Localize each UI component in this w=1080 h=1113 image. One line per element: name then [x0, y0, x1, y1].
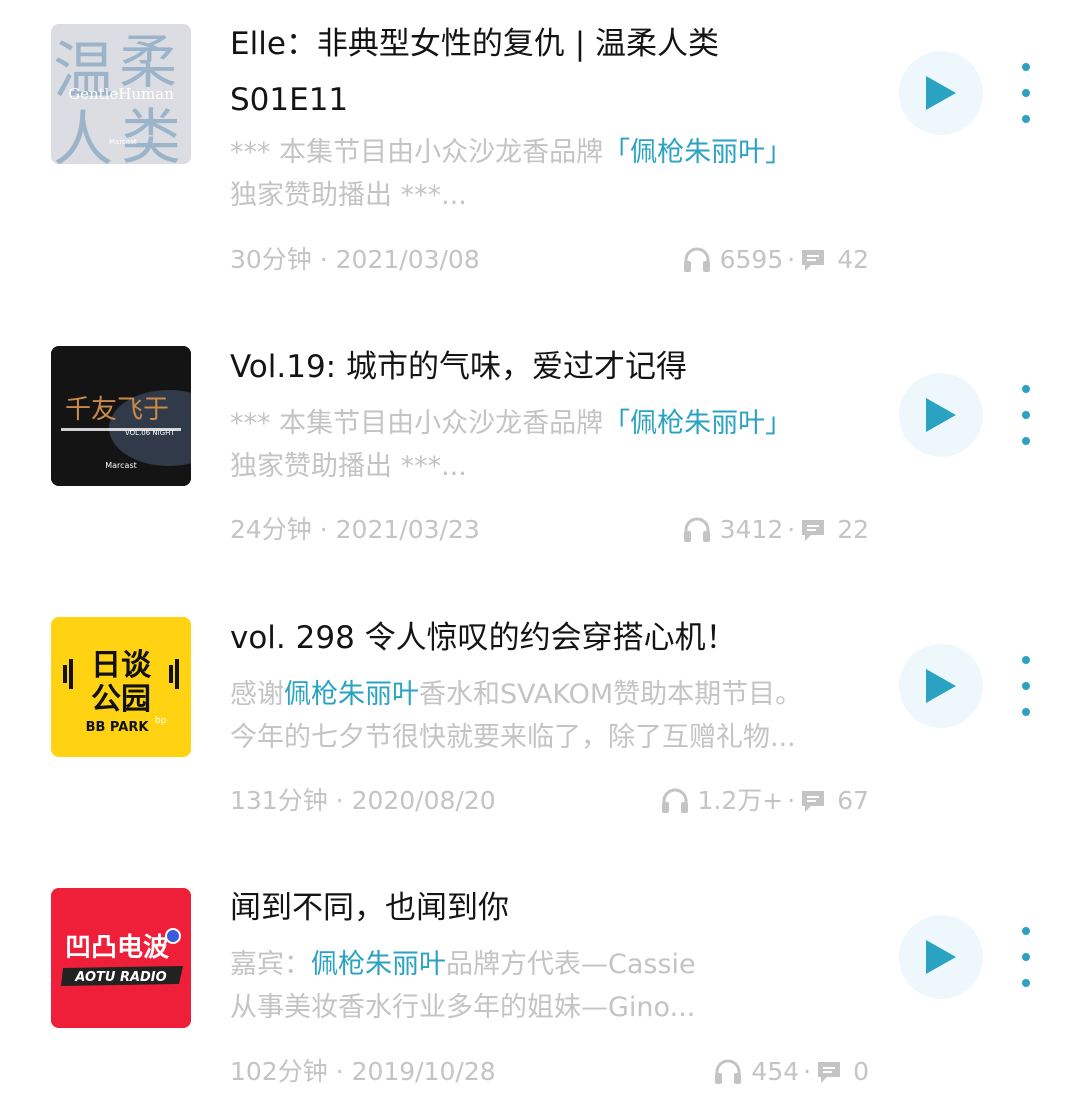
episode-title[interactable]: vol. 298 令人惊叹的约会穿搭心机！ [230, 610, 810, 666]
headphones-icon [683, 247, 710, 272]
play-button[interactable] [899, 644, 983, 728]
episode-date: 2021/03/23 [335, 515, 480, 544]
cover-art: 温 柔 人 类 GentleHuman Marcast [51, 24, 191, 164]
cover-art: 千友飞于 VOL.06 NIGHT Marcast [51, 346, 191, 486]
play-count: 3412 [719, 515, 784, 544]
more-options-button[interactable] [1012, 656, 1040, 716]
cover-brand: Marcast [105, 461, 137, 470]
cover-logo: 千友飞于 [65, 395, 169, 425]
episode-meta: 102分钟 · 2019/10/28 [230, 1057, 496, 1086]
episode-stats: 3412 · 22 [682, 515, 869, 545]
more-options-button[interactable] [1012, 385, 1040, 445]
episode-title[interactable]: Vol.19: 城市的气味，爱过才记得 [230, 339, 810, 395]
episode-cover[interactable]: 凹凸电波 AOTU RADIO [51, 888, 191, 1028]
cover-art: 日谈 公园 BB PARK bp [51, 617, 191, 757]
episode-cover[interactable]: 日谈 公园 BB PARK bp [51, 617, 191, 757]
play-icon [926, 940, 956, 974]
cover-logo-line2: 公园 [91, 682, 151, 717]
play-icon [926, 76, 956, 110]
headphones-icon [661, 788, 688, 813]
play-icon [926, 398, 956, 432]
episode-description: *** 本集节目由小众沙龙香品牌「佩枪朱丽叶」 独家赞助播出 ***... [230, 137, 793, 211]
comment-count: 22 [837, 515, 869, 544]
episode-item[interactable]: 温 柔 人 类 GentleHuman Marcast Elle：非典型女性的复… [0, 0, 1080, 274]
episode-date: 2021/03/08 [335, 245, 480, 274]
episode-duration: 102分钟 [230, 1057, 328, 1086]
comment-count: 0 [853, 1057, 869, 1086]
play-count: 454 [751, 1057, 800, 1086]
episode-title[interactable]: 闻到不同，也闻到你 [230, 880, 810, 936]
cover-mark: bp [155, 716, 167, 726]
play-button[interactable] [899, 373, 983, 457]
episode-stats: 454 · 0 [713, 1057, 869, 1087]
more-vertical-icon [1022, 656, 1030, 664]
play-button[interactable] [899, 51, 983, 135]
episode-stats: 1.2万+ · 67 [660, 786, 869, 816]
comment-count: 67 [837, 786, 869, 815]
episode-meta: 24分钟 · 2021/03/23 [230, 515, 480, 544]
cover-logo-char-4: 类 [121, 103, 181, 164]
episode-duration: 24分钟 [230, 515, 312, 544]
cover-subtitle: AOTU RADIO [74, 970, 166, 985]
cover-logo-line1: 日谈 [91, 648, 152, 683]
more-vertical-icon [1022, 63, 1030, 71]
more-options-button[interactable] [1012, 63, 1040, 123]
episode-description: 感谢佩枪朱丽叶香水和SVAKOM赞助本期节目。 今年的七夕节很快就要来临了，除了… [230, 679, 803, 753]
more-vertical-icon [1022, 385, 1030, 393]
headphones-icon [683, 517, 710, 542]
episode-item[interactable]: 凹凸电波 AOTU RADIO 闻到不同，也闻到你 嘉宾：佩枪朱丽叶品牌方代表—… [0, 813, 1080, 1087]
more-options-button[interactable] [1012, 927, 1040, 987]
cover-art: 凹凸电波 AOTU RADIO [51, 888, 191, 1028]
episode-description: *** 本集节目由小众沙龙香品牌「佩枪朱丽叶」 独家赞助播出 ***... [230, 408, 793, 482]
episode-duration: 131分钟 [230, 786, 328, 815]
episode-meta: 131分钟 · 2020/08/20 [230, 786, 496, 815]
comment-icon [802, 250, 825, 271]
episode-date: 2020/08/20 [351, 786, 496, 815]
episode-description: 嘉宾：佩枪朱丽叶品牌方代表—Cassie 从事美妆香水行业多年的姐妹—Gino.… [230, 949, 696, 1023]
episode-duration: 30分钟 [230, 245, 312, 274]
sponsor-highlight: 佩枪朱丽叶 [311, 949, 446, 980]
episode-cover[interactable]: 温 柔 人 类 GentleHuman Marcast [51, 24, 191, 164]
cover-subtitle: GentleHuman [68, 85, 174, 103]
episode-item[interactable]: 千友飞于 VOL.06 NIGHT Marcast Vol.19: 城市的气味，… [0, 271, 1080, 545]
sponsor-highlight: 「佩枪朱丽叶」 [603, 137, 793, 168]
cover-brand: Marcast [109, 138, 137, 146]
headphones-icon [715, 1059, 742, 1084]
comment-icon [802, 791, 825, 812]
episode-title[interactable]: Elle：非典型女性的复仇 | 温柔人类 S01E11 [230, 16, 810, 128]
episode-date: 2019/10/28 [351, 1057, 496, 1086]
more-vertical-icon [1022, 927, 1030, 935]
cover-logo-char-3: 人 [53, 105, 113, 164]
comment-icon [802, 520, 825, 541]
episode-item[interactable]: 日谈 公园 BB PARK bp vol. 298 令人惊叹的约会穿搭心机！ 感… [0, 542, 1080, 816]
cover-logo: 凹凸电波 [65, 933, 170, 963]
cover-subtitle: BB PARK [86, 720, 150, 735]
sponsor-highlight: 佩枪朱丽叶 [284, 679, 419, 710]
comment-icon [818, 1062, 841, 1083]
play-count: 1.2万+ [697, 786, 784, 815]
play-icon [926, 669, 956, 703]
play-button[interactable] [899, 915, 983, 999]
cover-badge [165, 928, 181, 944]
sponsor-highlight: 「佩枪朱丽叶」 [603, 408, 793, 439]
episode-cover[interactable]: 千友飞于 VOL.06 NIGHT Marcast [51, 346, 191, 486]
cover-subtitle: VOL.06 NIGHT [125, 429, 175, 437]
